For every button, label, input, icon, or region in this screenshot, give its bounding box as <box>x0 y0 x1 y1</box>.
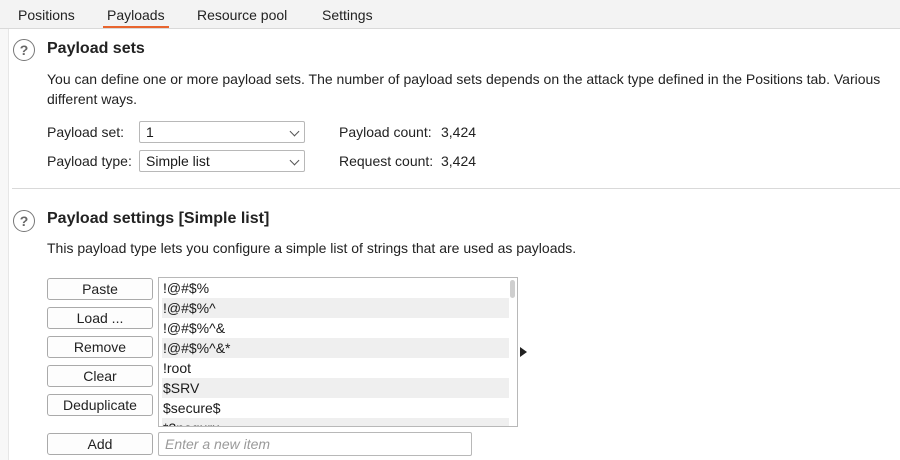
payload-sets-description: You can define one or more payload sets.… <box>47 69 900 109</box>
payload-count-label: Payload count: <box>339 124 432 140</box>
tab-positions[interactable]: Positions <box>14 0 79 28</box>
payload-settings-description: This payload type lets you configure a s… <box>47 240 577 256</box>
tab-settings[interactable]: Settings <box>318 0 377 28</box>
payload-type-value: Simple list <box>146 153 210 169</box>
list-item[interactable]: !@#$%^ <box>162 298 509 318</box>
list-item[interactable]: !@#$%^& <box>162 318 509 338</box>
payload-count-value: 3,424 <box>441 124 477 140</box>
request-count-value: 3,424 <box>441 153 477 169</box>
chevron-down-icon <box>289 155 300 166</box>
list-scrollbar[interactable] <box>510 280 515 298</box>
request-count-label: Request count: <box>339 153 434 169</box>
payload-sets-title: Payload sets <box>47 40 145 57</box>
list-item[interactable]: !@#$% <box>162 278 509 298</box>
tab-bar: Positions Payloads Resource pool Setting… <box>0 0 900 29</box>
list-item[interactable]: !root <box>162 358 509 378</box>
new-item-input[interactable] <box>158 432 472 456</box>
paste-button[interactable]: Paste <box>47 278 153 300</box>
left-gutter <box>0 0 9 460</box>
list-item[interactable]: !@#$%^&* <box>162 338 509 358</box>
add-button[interactable]: Add <box>47 433 153 455</box>
payload-sets-description-line2: different ways. <box>47 91 138 107</box>
section-divider <box>12 188 900 189</box>
tab-resource-pool[interactable]: Resource pool <box>193 0 291 28</box>
payload-settings-title: Payload settings [Simple list] <box>47 210 270 227</box>
list-item[interactable]: *3noguru <box>162 418 509 426</box>
payload-list[interactable]: !@#$% !@#$%^ !@#$%^& !@#$%^&* !root $SRV… <box>158 277 518 427</box>
help-icon[interactable]: ? <box>13 210 35 232</box>
list-item[interactable]: $SRV <box>162 378 509 398</box>
chevron-down-icon <box>289 126 300 137</box>
help-icon[interactable]: ? <box>13 39 35 61</box>
load-button[interactable]: Load ... <box>47 307 153 329</box>
deduplicate-button[interactable]: Deduplicate <box>47 394 153 416</box>
payload-set-select[interactable]: 1 <box>139 121 305 143</box>
payload-set-label: Payload set: <box>47 124 125 140</box>
clear-button[interactable]: Clear <box>47 365 153 387</box>
payload-type-select[interactable]: Simple list <box>139 150 305 172</box>
list-item[interactable]: $secure$ <box>162 398 509 418</box>
remove-button[interactable]: Remove <box>47 336 153 358</box>
expand-arrow-icon[interactable] <box>520 347 527 357</box>
payload-type-label: Payload type: <box>47 153 132 169</box>
payload-sets-description-line1: You can define one or more payload sets.… <box>47 71 881 87</box>
tab-payloads[interactable]: Payloads <box>103 0 169 28</box>
payload-set-value: 1 <box>146 124 154 140</box>
